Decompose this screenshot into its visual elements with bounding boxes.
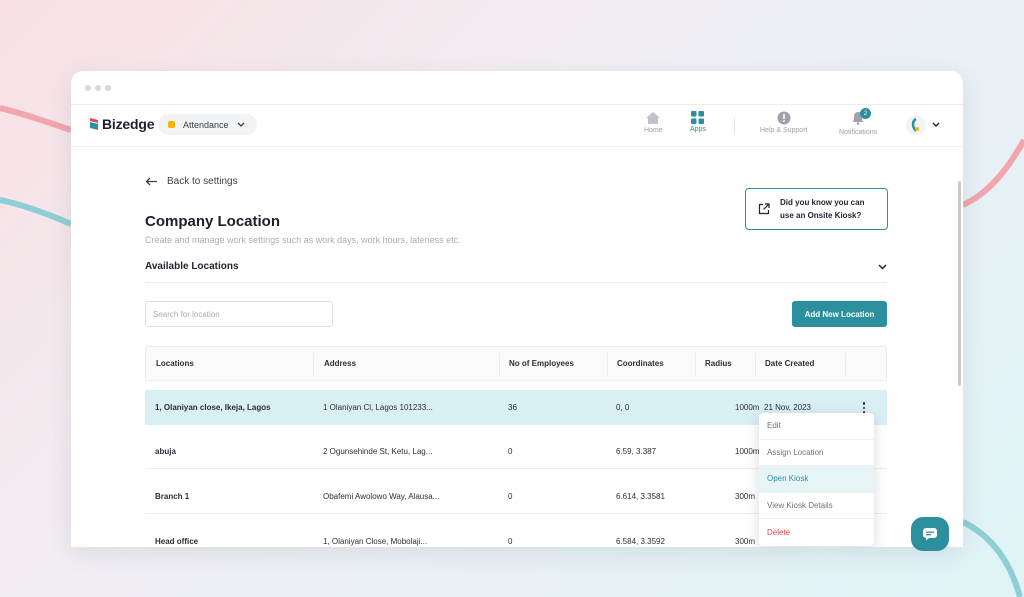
brand-logo[interactable]: Bizedge [89,116,154,132]
nav-help-label: Help & Support [760,127,808,134]
table-header: Locations Address No of Employees Coordi… [145,346,887,381]
chevron-down-icon[interactable] [878,263,887,270]
back-label: Back to settings [167,176,238,187]
chat-bubble-icon [923,528,937,541]
brand-name: Bizedge [102,116,155,132]
top-navigation: Bizedge Attendance Home Apps Help & Supp… [71,105,963,147]
nav-apps-label: Apps [690,126,706,133]
chat-button[interactable] [911,517,949,551]
logo-mark-icon [90,118,98,130]
nav-apps[interactable]: Apps [690,111,706,133]
cell-radius: 1000m [735,446,760,456]
cell-location: Head office [155,537,199,546]
avatar-icon [911,117,919,132]
page-title: Company Location [145,213,281,230]
cell-employees: 0 [508,446,513,456]
row-actions-kebab-icon[interactable] [862,402,865,414]
kiosk-card-line2: use an Onsite Kiosk? [780,211,862,220]
cell-radius: 300m [735,537,756,546]
kiosk-card-line1: Did you know you can [780,198,865,207]
notification-count-badge: 2 [860,108,872,119]
chevron-down-icon[interactable] [932,122,940,128]
header-divider [695,353,696,376]
chevron-down-icon [237,122,245,127]
cell-coordinates: 0, 0 [616,403,630,412]
attendance-app-icon [168,121,175,128]
cell-employees: 0 [508,491,513,501]
app-switcher-label: Attendance [183,119,229,130]
row-actions-menu: Edit Assign Location Open Kiosk View Kio… [759,413,874,546]
menu-item-open-kiosk[interactable]: Open Kiosk [759,466,874,493]
cell-address: 2 Ogunsehinde St, Ketu, Lag... [323,446,433,456]
nav-notifications-label: Notifications [839,129,878,136]
app-window: Bizedge Attendance Home Apps Help & Supp… [71,71,963,547]
page-subtitle: Create and manage work settings such as … [145,235,461,245]
header-divider [499,353,500,376]
user-avatar[interactable] [906,115,926,135]
header-divider [845,353,846,376]
notification-bell-wrap: 2 [851,108,872,127]
cell-address: 1 Olaniyan Cl, Lagos 101233... [323,403,433,412]
cell-radius: 1000m [735,403,760,412]
header-divider [313,353,314,376]
nav-notifications[interactable]: 2 Notifications [839,108,878,136]
section-label: Available Locations [145,261,239,272]
cell-employees: 36 [508,403,517,412]
cell-location: Branch 1 [155,491,190,501]
menu-item-view-kiosk-details[interactable]: View Kiosk Details [759,493,874,519]
add-new-location-button[interactable]: Add New Location [792,301,887,327]
header-address: Address [324,359,357,368]
cell-coordinates: 6.59, 3.387 [616,446,657,456]
onsite-kiosk-card[interactable]: Did you know you can use an Onsite Kiosk… [745,188,888,230]
menu-item-edit[interactable]: Edit [759,413,874,440]
locations-table: Locations Address No of Employees Coordi… [145,346,887,546]
kiosk-card-text: Did you know you can use an Onsite Kiosk… [780,196,864,222]
scrollbar[interactable] [958,181,961,386]
window-dot [95,85,101,91]
home-icon [646,112,661,124]
cell-address: 1, Olaniyan Close, Mobolaji... [323,537,428,546]
cell-coordinates: 6.584, 3.3592 [616,537,665,546]
cell-address: Obafemi Awolowo Way, Alausa... [323,491,440,501]
cell-radius: 300m [735,491,756,501]
apps-grid-icon [691,111,705,124]
arrow-left-icon [145,177,157,186]
window-chrome [71,71,963,105]
header-employees: No of Employees [509,359,574,368]
nav-home-label: Home [644,127,663,134]
nav-help-support[interactable]: Help & Support [760,111,807,134]
back-to-settings-link[interactable]: Back to settings [145,176,238,187]
help-icon [777,111,791,125]
available-locations-header[interactable]: Available Locations [145,259,887,283]
external-link-icon [758,203,770,215]
window-dot [85,85,91,91]
search-input[interactable] [145,301,333,327]
menu-item-delete[interactable]: Delete [759,519,874,546]
header-divider [755,353,756,376]
cell-location: abuja [155,446,176,456]
window-dot [105,85,111,91]
header-date-created: Date Created [765,359,815,368]
cell-employees: 0 [508,537,513,546]
cell-location: 1, Olaniyan close, Ikeja, Lagos [155,403,271,412]
header-locations: Locations [156,359,194,368]
header-divider [607,353,608,376]
header-radius: Radius [705,359,732,368]
cell-coordinates: 6.614, 3.3581 [616,491,665,501]
nav-divider [734,117,735,135]
menu-item-assign-location[interactable]: Assign Location [759,440,874,466]
header-coordinates: Coordinates [617,359,664,368]
app-switcher[interactable]: Attendance [158,114,257,135]
nav-home[interactable]: Home [644,111,663,134]
